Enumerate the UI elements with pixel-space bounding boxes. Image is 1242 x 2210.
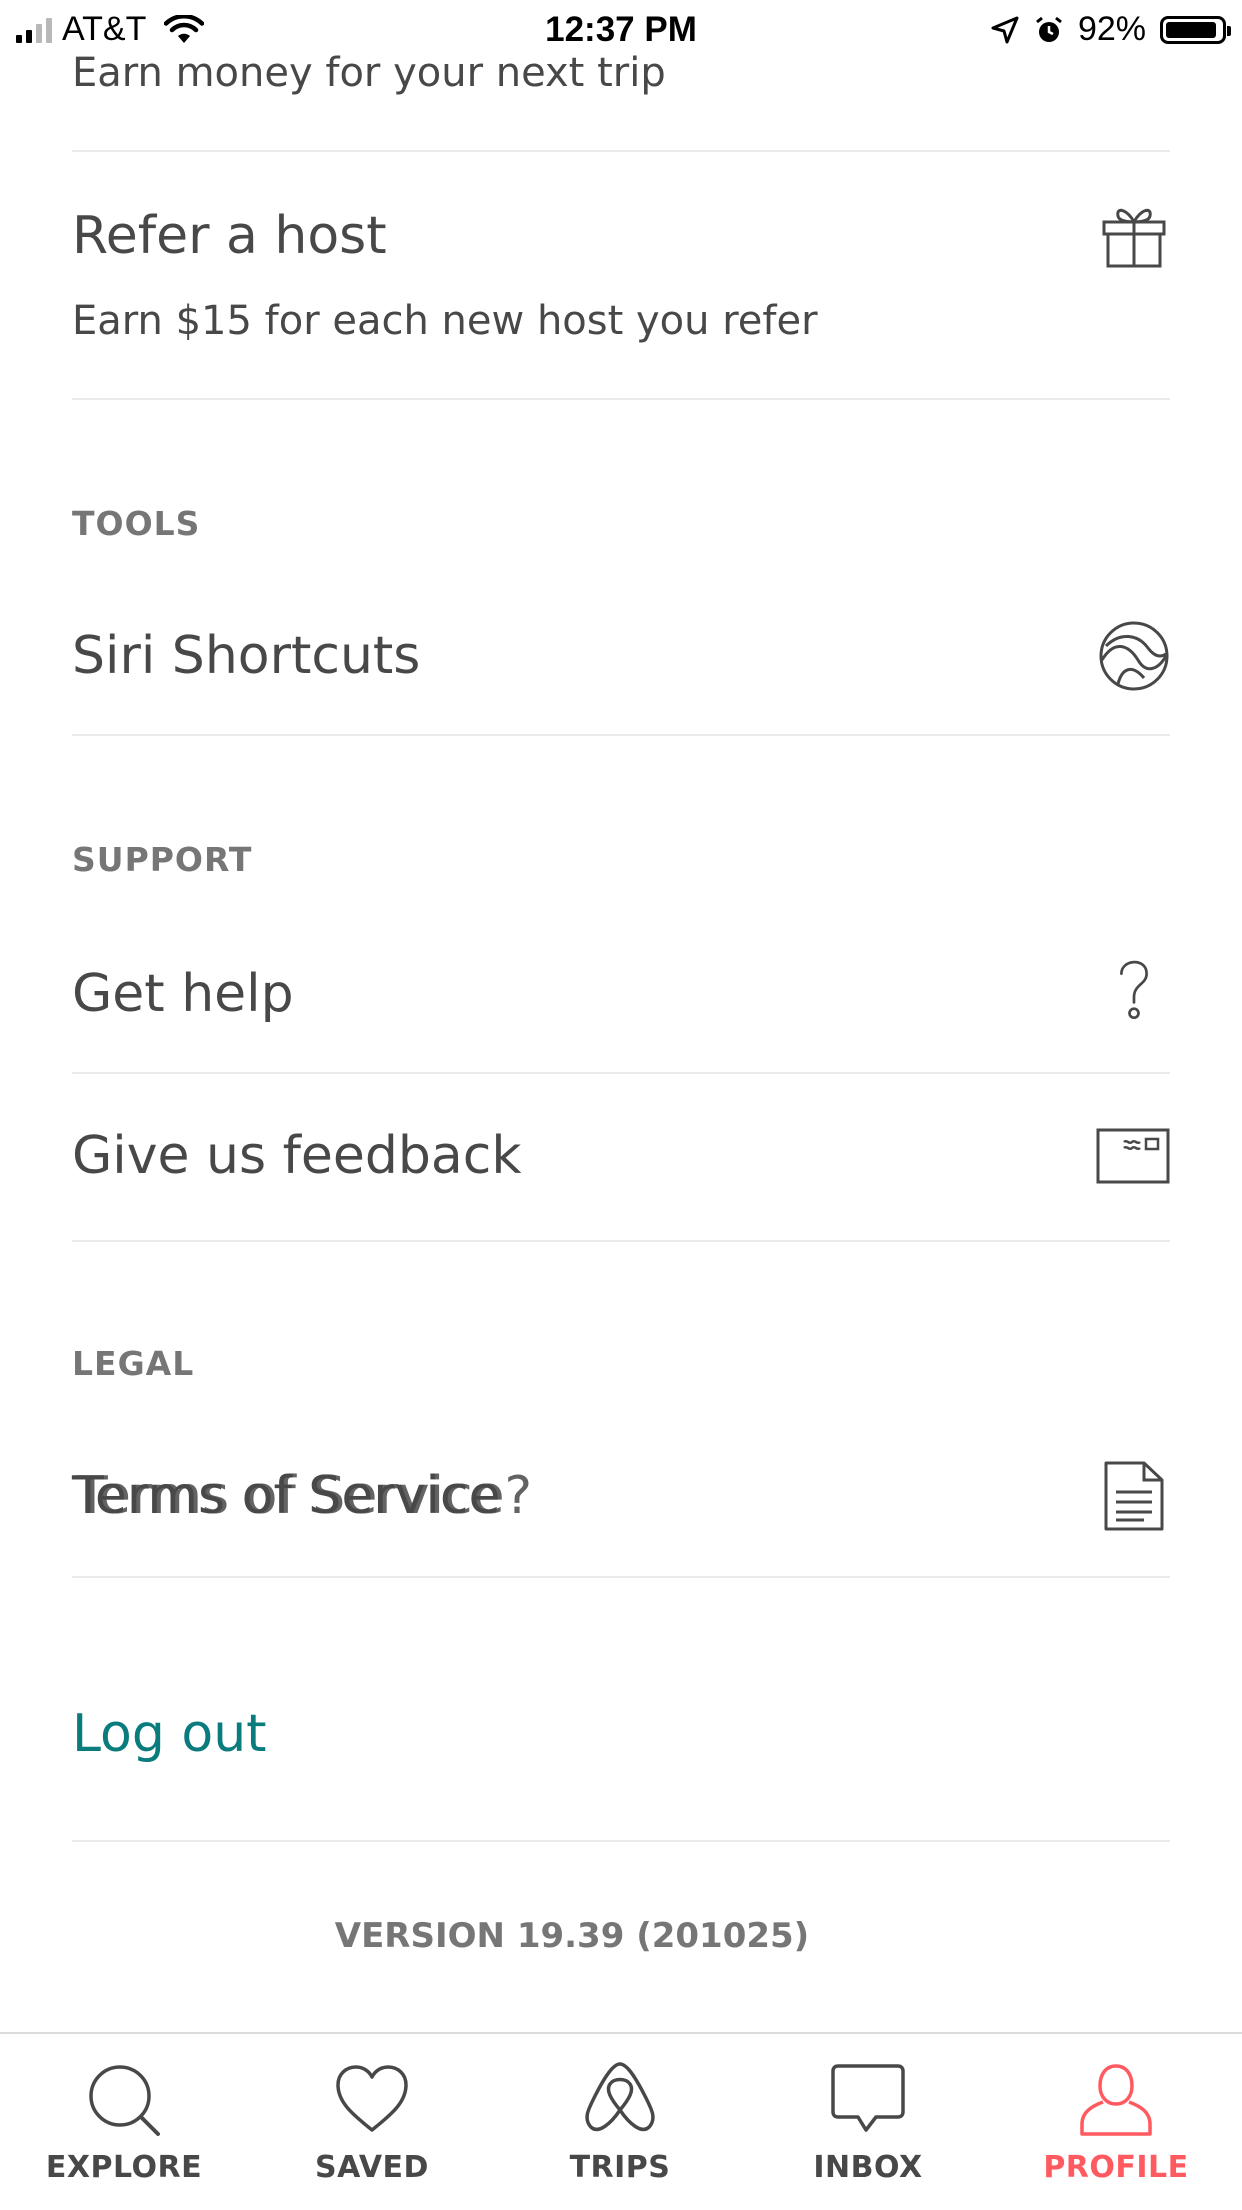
tab-explore[interactable]: EXPLORE — [0, 2034, 248, 2210]
tab-trips[interactable]: TRIPS — [496, 2034, 744, 2210]
refer-host-subtitle: Earn $15 for each new host you refer — [72, 298, 818, 344]
profile-icon — [1080, 2064, 1152, 2136]
heart-icon — [336, 2065, 408, 2132]
invite-friends-subtitle: Earn money for your next trip — [72, 50, 666, 96]
divider — [72, 1840, 1170, 1842]
siri-shortcuts-row[interactable]: Siri Shortcuts — [72, 600, 1170, 734]
get-help-row[interactable]: Get help — [72, 938, 1170, 1072]
get-help-label: Get help — [72, 964, 294, 1024]
chat-bubble-icon — [831, 2064, 905, 2132]
battery-level — [1166, 21, 1216, 38]
search-icon — [89, 2065, 160, 2136]
alarm-clock-icon — [1036, 16, 1062, 42]
divider — [72, 1576, 1170, 1578]
tab-bar: EXPLORE SAVED TRIPS INBOX PROFILE — [0, 2032, 1242, 2210]
section-label-legal: LEGAL — [72, 1344, 195, 1383]
status-right: 92% — [990, 10, 1231, 49]
divider — [72, 398, 1170, 400]
divider — [72, 1240, 1170, 1242]
tab-profile-label: PROFILE — [1043, 2150, 1189, 2185]
feedback-card-icon — [1096, 1128, 1170, 1184]
siri-shortcuts-label: Siri Shortcuts — [72, 626, 421, 686]
refer-host-title: Refer a host — [72, 206, 387, 266]
give-feedback-label: Give us feedback — [72, 1126, 522, 1186]
divider — [72, 734, 1170, 736]
tab-profile[interactable]: PROFILE — [992, 2034, 1240, 2210]
question-icon — [1120, 960, 1148, 1020]
battery-icon — [1160, 15, 1231, 44]
refer-host-row[interactable]: Refer a host Earn $15 for each new host … — [72, 152, 1170, 398]
tab-explore-label: EXPLORE — [45, 2150, 203, 2185]
tab-saved-label: SAVED — [315, 2150, 429, 2185]
logout-button[interactable]: Log out — [72, 1704, 267, 1764]
section-label-support: SUPPORT — [72, 840, 253, 879]
section-label-tools: TOOLS — [72, 504, 201, 543]
location-arrow-icon — [991, 16, 1019, 43]
gift-icon — [1102, 208, 1166, 268]
terms-of-service-label: Terms of Service — [72, 1466, 501, 1526]
terms-of-service-row[interactable]: Terms of Service? Terms of Service — [72, 1440, 1170, 1574]
tab-inbox-label: INBOX — [813, 2150, 923, 2185]
battery-percent: 92% — [1077, 10, 1146, 48]
tab-saved[interactable]: SAVED — [248, 2034, 496, 2210]
app-version: VERSION 19.39 (201025) — [334, 1916, 810, 1956]
airbnb-logo-icon — [585, 2062, 655, 2132]
give-feedback-row[interactable]: Give us feedback — [72, 1074, 1170, 1240]
document-icon — [1104, 1461, 1164, 1531]
tab-trips-label: TRIPS — [569, 2150, 671, 2185]
siri-icon — [1099, 621, 1169, 691]
tab-inbox[interactable]: INBOX — [744, 2034, 992, 2210]
